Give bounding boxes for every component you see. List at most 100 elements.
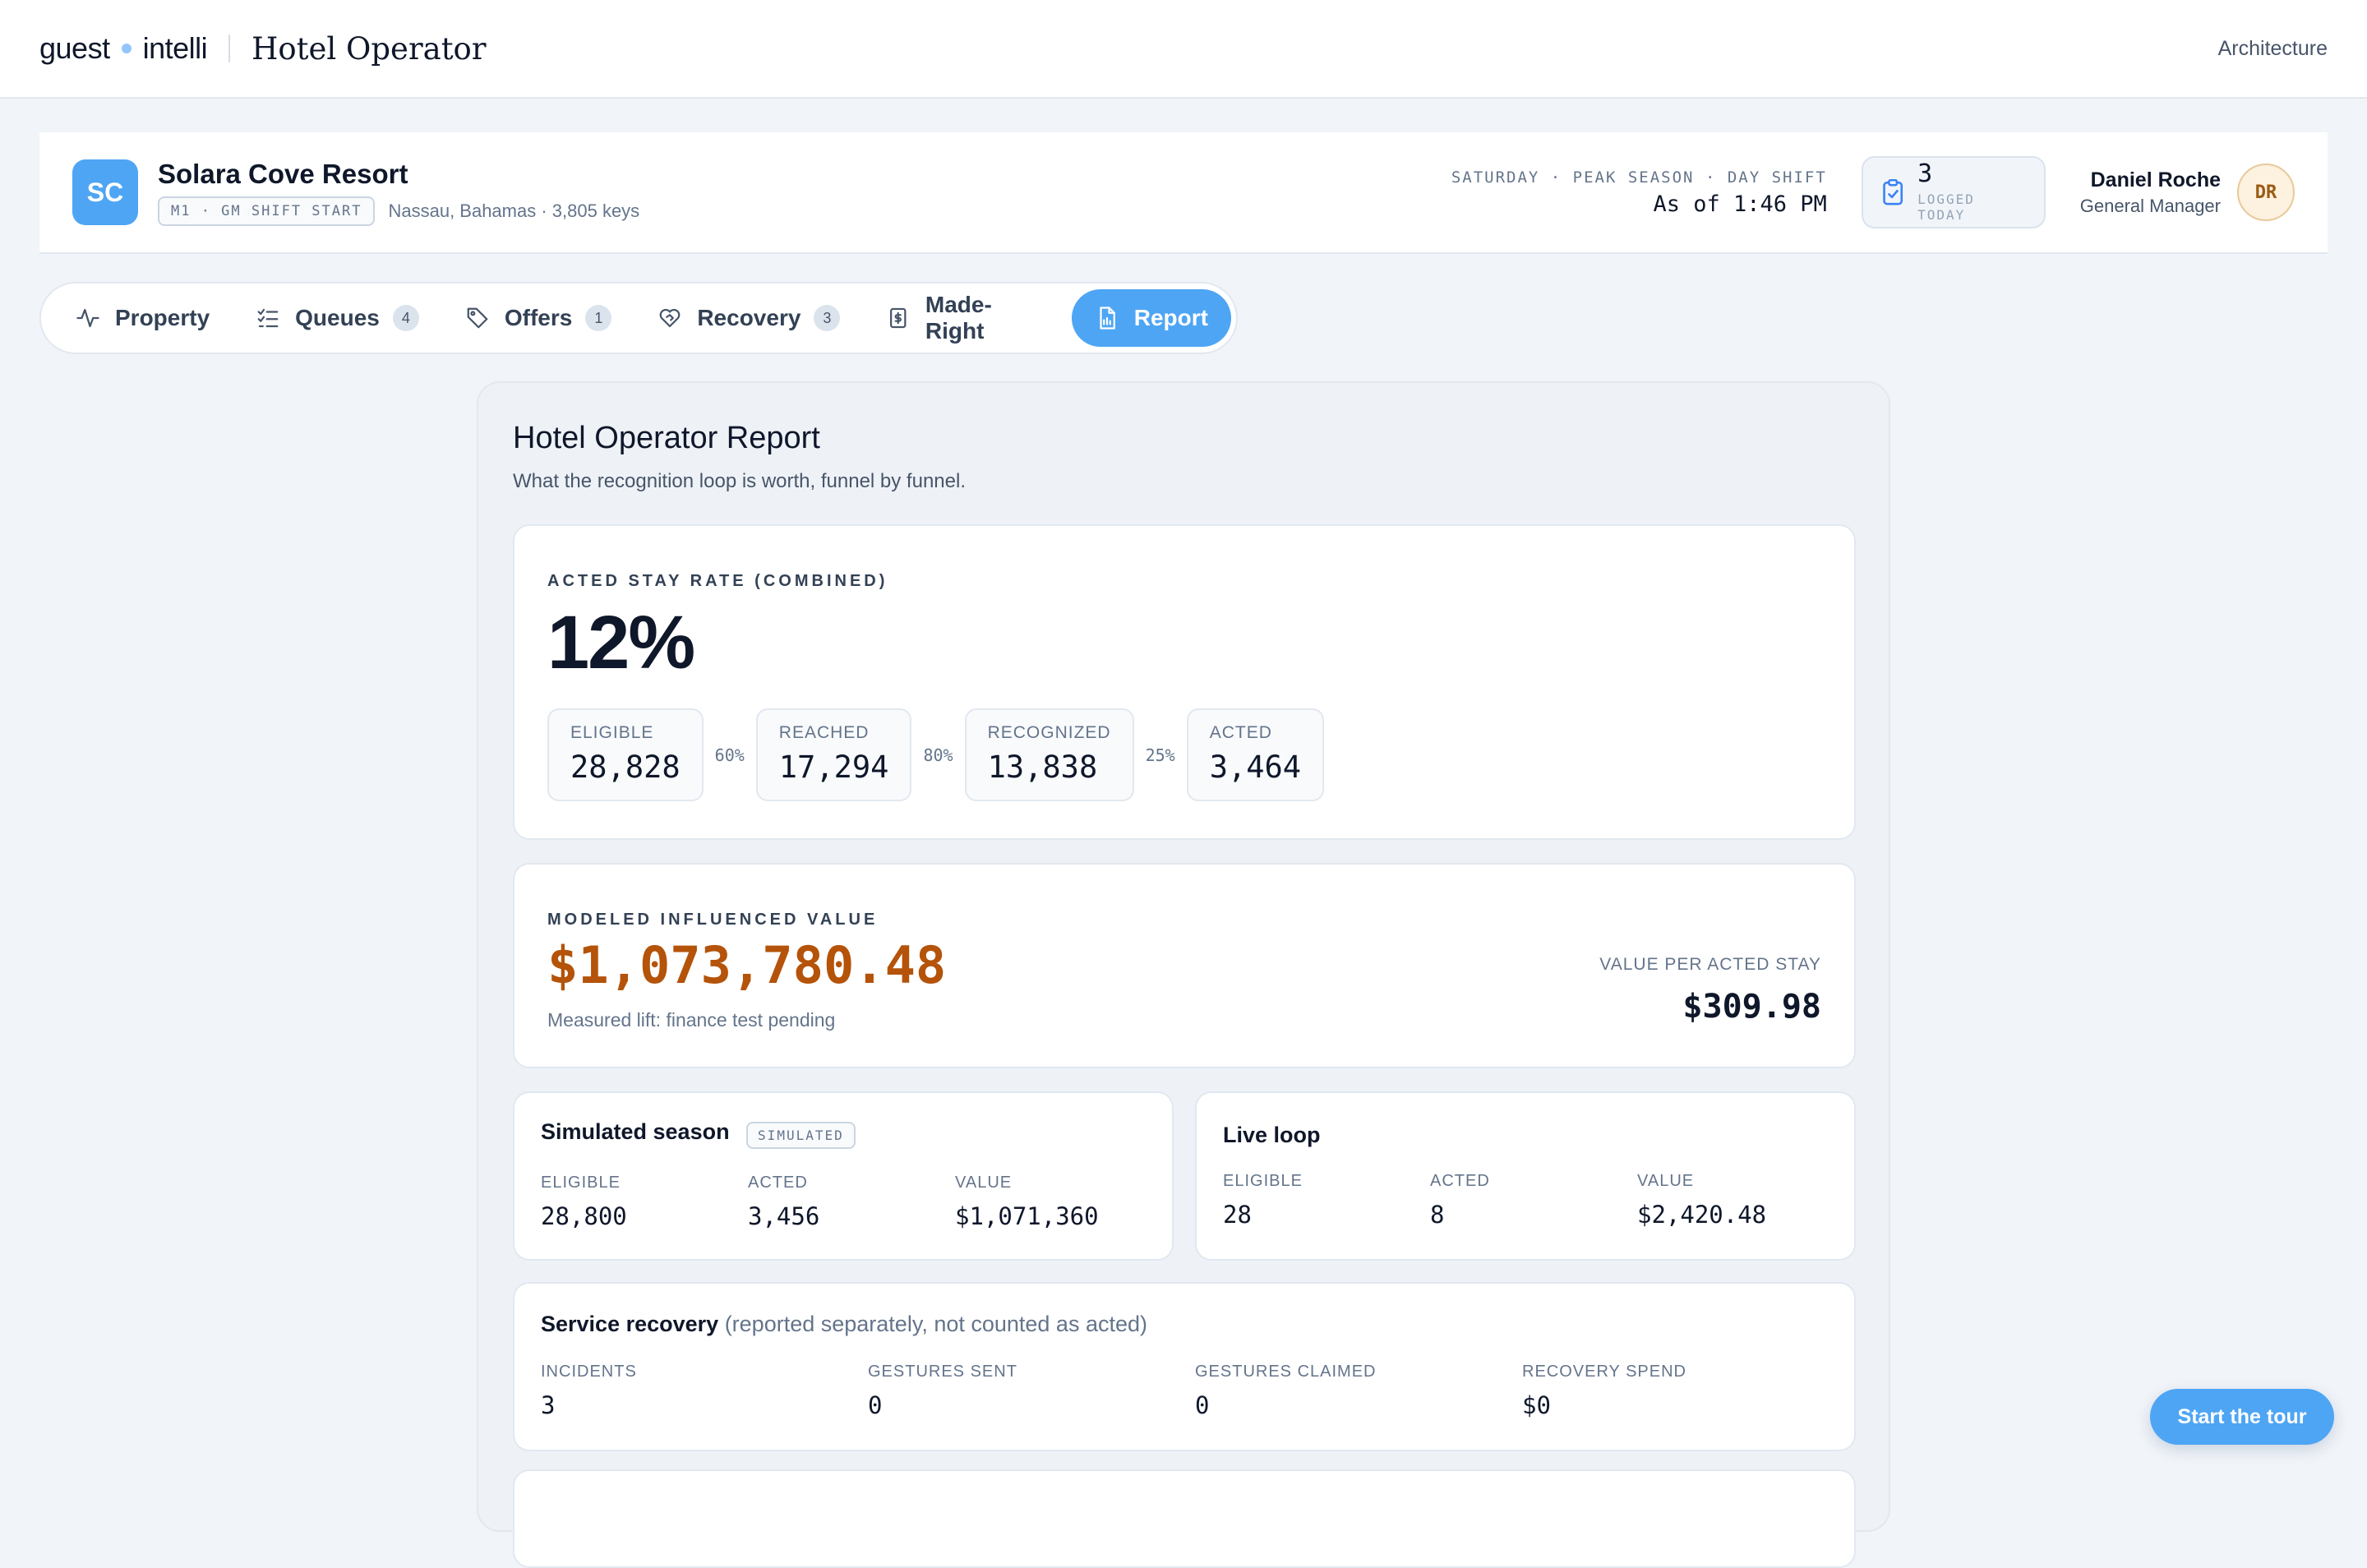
main-tabs: Property Queues 4 Offers 1 Recovery 3 Ma… (39, 282, 1238, 354)
value-per-stay-value: $309.98 (1682, 988, 1821, 1026)
architecture-link[interactable]: Architecture (2218, 37, 2328, 61)
brand-dot (121, 44, 132, 53)
stat-label: VALUE (1637, 1172, 1695, 1190)
stat: INCIDENTS 3 (541, 1363, 637, 1419)
property-info: Solara Cove Resort M1 · GM SHIFT START N… (158, 159, 639, 226)
tab-count-badge: 4 (392, 305, 419, 331)
tab-property[interactable]: Property (53, 289, 233, 347)
funnel-step: ELIGIBLE 28,828 (547, 708, 704, 801)
simulated-badge: SIMULATED (746, 1122, 856, 1150)
shift-line: SATURDAY · PEAK SEASON · DAY SHIFT (1451, 168, 1827, 187)
funnel-step-value: 13,838 (987, 749, 1098, 785)
stat-value: $1,071,360 (955, 1202, 1099, 1230)
file-chart-icon (1100, 307, 1115, 330)
live-loop-title: Live loop (1223, 1123, 1321, 1147)
service-recovery-title: Service recovery (541, 1312, 719, 1336)
brand-word-intelli: intelli (142, 31, 208, 65)
tab-report[interactable]: Report (1071, 289, 1231, 347)
tab-count-badge: 3 (814, 305, 841, 331)
brand-divider (228, 35, 231, 62)
funnel-step: REACHED 17,294 (755, 708, 912, 801)
tab-offers[interactable]: Offers 1 (442, 289, 634, 347)
stat: VALUE $2,420.48 (1637, 1172, 1766, 1229)
stat: GESTURES CLAIMED 0 (1195, 1363, 1376, 1419)
stat-label: ELIGIBLE (1223, 1172, 1303, 1190)
live-loop-card: Live loop ELIGIBLE 28 ACTED 8 VALUE $2,4… (1195, 1091, 1856, 1261)
influenced-value-card: MODELED INFLUENCED VALUE $1,073,780.48 M… (513, 863, 1856, 1068)
funnel-step-value: 3,464 (1209, 749, 1302, 785)
clipboard-check-icon (1883, 178, 1903, 205)
report-panel: Hotel Operator Report What the recogniti… (477, 381, 1890, 1568)
shift-meta: SATURDAY · PEAK SEASON · DAY SHIFT As of… (1451, 168, 1827, 217)
top-bar: guest intelli Hotel Operator Architectur… (0, 0, 2367, 99)
service-recovery-note: (reported separately, not counted as act… (724, 1312, 1147, 1336)
acted-rate-card: ACTED STAY RATE (COMBINED) 12% ELIGIBLE … (513, 524, 1856, 840)
stat-label: VALUE (955, 1174, 1013, 1192)
shift-badge: M1 · GM SHIFT START (158, 196, 376, 226)
stat-label: RECOVERY SPEND (1522, 1363, 1686, 1381)
tab-label: Queues (295, 305, 380, 330)
checklist-icon (257, 308, 279, 328)
tab-made-right[interactable]: Made-Right (863, 289, 1071, 347)
funnel-conversion: 25% (1145, 745, 1175, 765)
funnel-step-label: ELIGIBLE (570, 723, 654, 742)
property-avatar: SC (72, 159, 138, 225)
simulated-season-title: Simulated season (541, 1119, 730, 1144)
stat: RECOVERY SPEND $0 (1522, 1363, 1686, 1419)
start-tour-button[interactable]: Start the tour (2150, 1389, 2334, 1445)
tab-label: Report (1133, 305, 1208, 330)
tag-icon (467, 307, 488, 329)
acted-rate-label: ACTED STAY RATE (COMBINED) (547, 572, 888, 590)
funnel-step-label: REACHED (778, 723, 870, 742)
report-subtitle: What the recognition loop is worth, funn… (513, 470, 966, 492)
stat-label: INCIDENTS (541, 1363, 637, 1381)
simulated-season-card: Simulated season SIMULATED ELIGIBLE 28,8… (513, 1091, 1174, 1261)
stat-value: 3 (541, 1391, 556, 1419)
tab-label: Made-Right (925, 292, 992, 344)
logged-count: 3 (1917, 159, 1933, 188)
funnel-step-label: RECOGNIZED (987, 723, 1111, 742)
stat-label: ACTED (748, 1174, 808, 1192)
stat-label: ACTED (1430, 1172, 1490, 1190)
property-location: Nassau, Bahamas · 3,805 keys (388, 201, 640, 221)
acted-rate-value: 12% (547, 601, 695, 685)
logged-today-button[interactable]: 3 LOGGED TODAY (1861, 156, 2046, 228)
property-name: Solara Cove Resort (158, 159, 408, 189)
user-avatar[interactable]: DR (2237, 164, 2295, 221)
funnel-step: RECOGNIZED 13,838 (964, 708, 1134, 801)
activity-icon (76, 308, 99, 328)
stat-label: GESTURES CLAIMED (1195, 1363, 1377, 1381)
stat: ELIGIBLE 28,800 (541, 1174, 627, 1230)
stat-value: 28,800 (541, 1202, 627, 1230)
tab-recovery[interactable]: Recovery 3 (634, 289, 863, 347)
funnel-step: ACTED 3,464 (1186, 708, 1325, 801)
brand-logo[interactable]: guest intelli Hotel Operator (39, 31, 487, 67)
stat-value: 28 (1223, 1201, 1252, 1229)
report-title: Hotel Operator Report (513, 421, 820, 455)
stat: ACTED 8 (1430, 1172, 1490, 1229)
brand-word-guest: guest (39, 31, 110, 65)
tab-label: Offers (504, 305, 573, 330)
stat-value: 3,456 (748, 1202, 820, 1230)
logged-label: LOGGED TODAY (1917, 191, 1975, 223)
funnel-conversion: 60% (714, 745, 745, 765)
next-card (513, 1469, 1856, 1568)
tab-queues[interactable]: Queues 4 (233, 289, 442, 347)
stat-value: $2,420.48 (1637, 1201, 1767, 1229)
property-header: SC Solara Cove Resort M1 · GM SHIFT STAR… (39, 132, 2328, 254)
product-name: Hotel Operator (251, 30, 487, 67)
stat: ACTED 3,456 (748, 1174, 819, 1230)
stat: VALUE $1,071,360 (955, 1174, 1099, 1230)
funnel-step-value: 28,828 (570, 749, 681, 785)
funnel-conversion: 80% (923, 745, 953, 765)
influenced-value-note: Measured lift: finance test pending (547, 1009, 836, 1031)
stat-label: ELIGIBLE (541, 1174, 621, 1192)
stat-label: GESTURES SENT (868, 1363, 1017, 1381)
receipt-icon (890, 307, 907, 329)
service-recovery-card: Service recovery (reported separately, n… (513, 1282, 1856, 1451)
heart-handshake-icon (659, 308, 681, 328)
tab-label: Recovery (697, 305, 801, 330)
stat-value: 0 (868, 1391, 883, 1419)
stat: ELIGIBLE 28 (1223, 1172, 1303, 1229)
stat-value: 0 (1195, 1391, 1210, 1419)
